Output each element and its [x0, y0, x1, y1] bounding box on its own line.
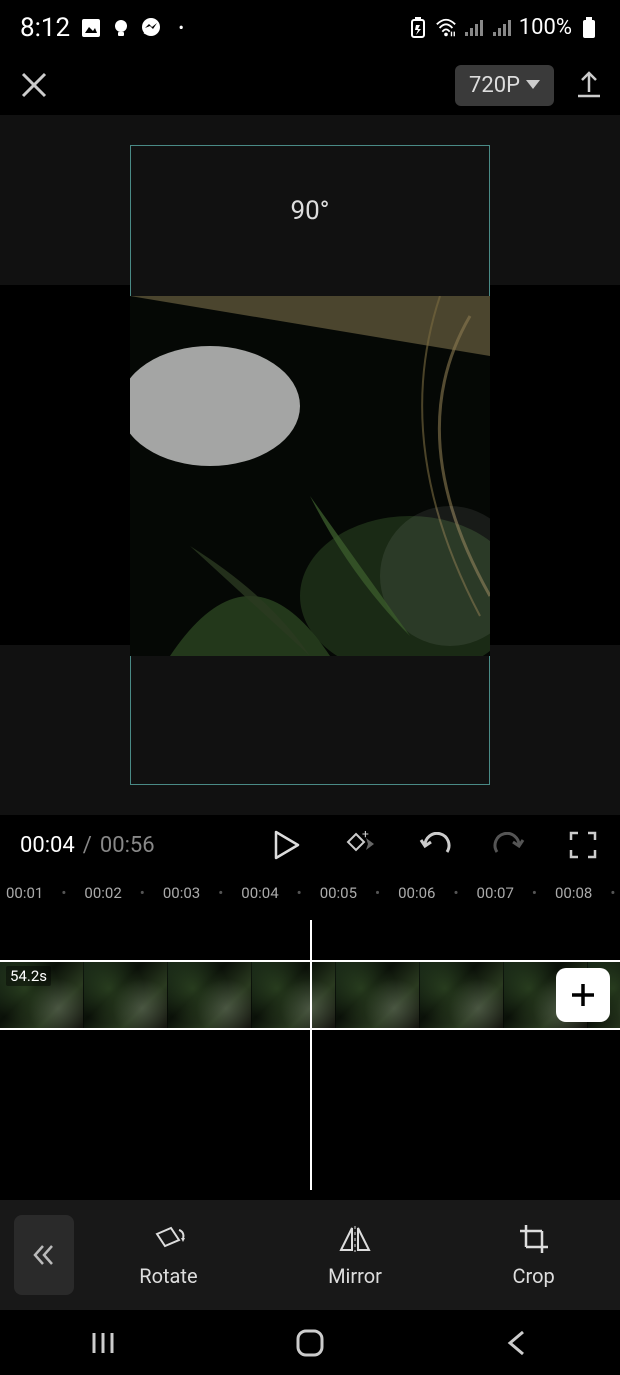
mirror-icon: [338, 1222, 372, 1256]
battery-saver-icon: [407, 17, 429, 39]
resolution-selector[interactable]: 720P: [455, 65, 554, 106]
time-current: 00:04: [20, 833, 75, 858]
play-button[interactable]: [270, 828, 304, 862]
video-canvas[interactable]: 90°: [130, 145, 490, 785]
add-clip-button[interactable]: [556, 968, 610, 1022]
back-button[interactable]: [497, 1323, 537, 1363]
ruler-tick: 00:04: [241, 884, 278, 902]
ruler-tick: 00:03: [163, 884, 200, 902]
svg-text:+: +: [362, 830, 369, 841]
clip-duration-label: 54.2s: [6, 966, 51, 986]
fullscreen-button[interactable]: [566, 828, 600, 862]
signal-2-icon: [491, 17, 513, 39]
chevron-double-left-icon: [31, 1242, 57, 1268]
mirror-label: Mirror: [328, 1264, 382, 1288]
clip-thumbnail[interactable]: [84, 962, 168, 1028]
ruler-tick: 00:01: [6, 884, 43, 902]
dot-icon: •: [170, 17, 192, 39]
rotate-tool[interactable]: Rotate: [139, 1222, 197, 1288]
playback-controls: 00:04 / 00:56 +: [0, 815, 620, 875]
messenger-icon: [140, 17, 162, 39]
ruler-tick: 00:02: [84, 884, 121, 902]
home-button[interactable]: [290, 1323, 330, 1363]
clip-thumbnail[interactable]: [420, 962, 504, 1028]
rotate-label: Rotate: [139, 1264, 197, 1288]
plus-icon: [568, 980, 598, 1010]
video-preview-image: [130, 296, 490, 656]
clip-thumbnail[interactable]: [336, 962, 420, 1028]
rotation-indicator: 90°: [291, 196, 330, 226]
close-button[interactable]: [16, 67, 52, 103]
wifi-icon: [435, 17, 457, 39]
redo-button[interactable]: [492, 828, 526, 862]
status-bar: 8:12 • 100%: [0, 0, 620, 55]
ruler-tick: 00:05: [320, 884, 357, 902]
timeline-ruler[interactable]: 00:01• 00:02• 00:03• 00:04• 00:05• 00:06…: [0, 875, 620, 910]
editor-top-bar: 720P: [0, 55, 620, 115]
resolution-label: 720P: [469, 73, 520, 98]
mirror-tool[interactable]: Mirror: [328, 1222, 382, 1288]
battery-icon: [578, 17, 600, 39]
signal-1-icon: [463, 17, 485, 39]
ruler-tick: 00:08: [555, 884, 592, 902]
status-time: 8:12: [20, 13, 70, 43]
bulb-icon: [110, 17, 132, 39]
transform-toolbar: Rotate Mirror Crop: [0, 1200, 620, 1310]
clip-thumbnail[interactable]: [252, 962, 336, 1028]
recent-apps-button[interactable]: [83, 1323, 123, 1363]
time-total: 00:56: [100, 833, 155, 858]
rotate-icon: [151, 1222, 185, 1256]
crop-tool[interactable]: Crop: [512, 1222, 554, 1288]
preview-area: 90°: [0, 115, 620, 815]
crop-label: Crop: [512, 1264, 554, 1288]
playhead[interactable]: [310, 920, 312, 1190]
time-separator: /: [83, 833, 92, 858]
chevron-down-icon: [526, 80, 540, 90]
ruler-tick: 00:07: [477, 884, 514, 902]
crop-icon: [517, 1222, 551, 1256]
gallery-icon: [80, 17, 102, 39]
collapse-tools-button[interactable]: [14, 1215, 74, 1295]
clip-thumbnail[interactable]: [168, 962, 252, 1028]
keyframe-button[interactable]: +: [344, 828, 378, 862]
ruler-tick: 00:06: [398, 884, 435, 902]
time-display: 00:04 / 00:56: [20, 833, 155, 858]
timeline[interactable]: 54.2s: [0, 910, 620, 1200]
undo-button[interactable]: [418, 828, 452, 862]
system-nav-bar: [0, 1310, 620, 1375]
export-button[interactable]: [574, 70, 604, 100]
battery-percent: 100%: [519, 15, 572, 40]
